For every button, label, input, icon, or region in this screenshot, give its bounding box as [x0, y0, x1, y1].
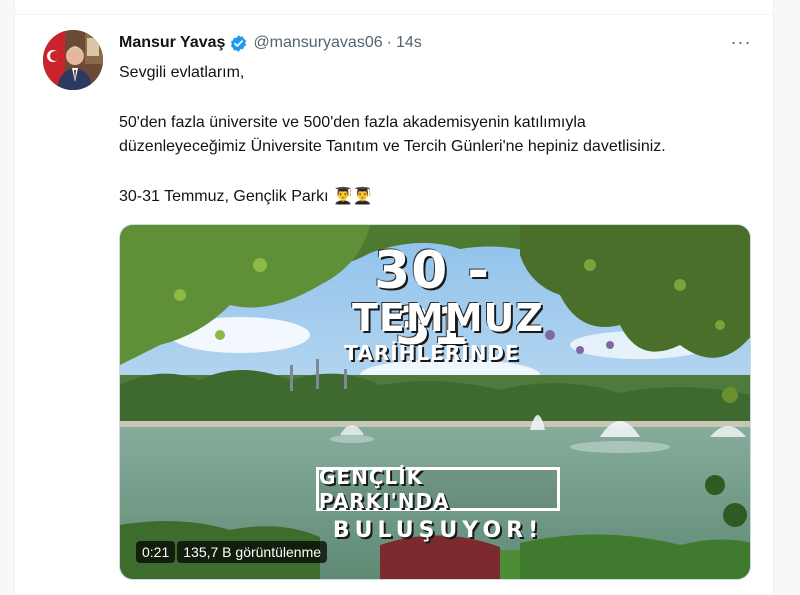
- tweet-text-line: düzenleyeceğimiz Üniversite Tanıtım ve T…: [119, 138, 666, 155]
- tweet-text-line: 50'den fazla üniversite ve 500'den fazla…: [119, 114, 586, 131]
- timestamp[interactable]: 14s: [396, 34, 422, 52]
- author-name[interactable]: Mansur Yavaş: [119, 34, 225, 52]
- video-player[interactable]: 30 - 31 TEMMUZ TARİHLERİNDE GENÇLİK PARK…: [119, 224, 751, 580]
- tweet-header: Mansur Yavaş @mansuryavas06 · 14s: [119, 32, 422, 54]
- separator-dot: ·: [386, 34, 392, 51]
- overlay-month: TEMMUZ: [352, 296, 544, 340]
- verified-badge-icon: [229, 34, 248, 53]
- divider: [15, 14, 775, 15]
- video-info: 0:21 135,7 B görüntülenme: [136, 541, 328, 563]
- tweet-text-line: 30-31 Temmuz, Gençlik Parkı 👨‍🎓👨‍🎓: [119, 188, 373, 205]
- overlay-dates-word: TARİHLERİNDE: [344, 341, 520, 365]
- overlay-meeting: BULUŞUYOR!: [332, 518, 544, 543]
- avatar[interactable]: [43, 30, 103, 90]
- tweet-card: Mansur Yavaş @mansuryavas06 · 14s ··· Se…: [14, 0, 775, 595]
- overlay-place-box: GENÇLİK PARKI'NDA: [316, 465, 560, 513]
- more-dots-icon[interactable]: ···: [729, 30, 753, 54]
- video-duration: 0:21: [136, 541, 176, 563]
- author-handle[interactable]: @mansuryavas06: [253, 34, 382, 52]
- view-count: 135,7 B görüntülenme: [177, 541, 328, 563]
- tweet-text-line: Sevgili evlatlarım,: [119, 64, 245, 81]
